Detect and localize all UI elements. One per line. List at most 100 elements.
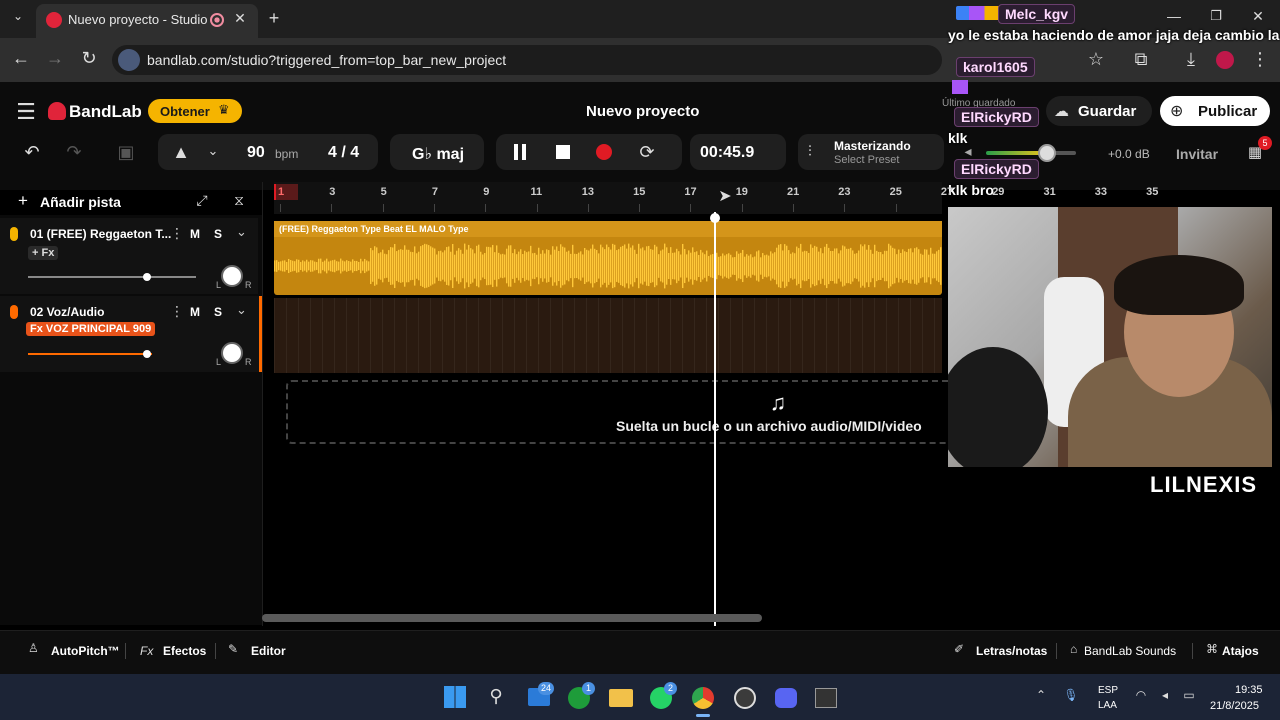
solo-button[interactable]: S xyxy=(214,305,222,319)
waveform-sample xyxy=(290,260,292,272)
language-code[interactable]: ESP xyxy=(1098,685,1118,696)
chrome-icon[interactable] xyxy=(692,687,714,709)
time-signature[interactable]: 4 / 4 xyxy=(328,144,359,162)
waveform-sample xyxy=(624,244,626,288)
file-explorer-icon[interactable] xyxy=(609,689,633,707)
waveform-sample xyxy=(418,251,420,281)
track-header-2[interactable]: 02 Voz/Audio ⋮ M S ⌄ Fx VOZ PRINCIPAL 90… xyxy=(0,296,262,372)
waveform-sample xyxy=(874,244,876,288)
volume-icon[interactable]: ◂ xyxy=(1156,688,1174,706)
toolbar-divider xyxy=(125,643,126,659)
undo-icon[interactable]: ↶ xyxy=(20,142,44,164)
lyrics-button[interactable]: ✐ Letras/notas xyxy=(954,641,1047,661)
waveform-sample xyxy=(730,254,732,278)
waveform-sample xyxy=(850,247,852,285)
stop-button[interactable] xyxy=(556,145,570,159)
browser-tab[interactable]: Nuevo proyecto - Studio ✕ xyxy=(36,4,258,38)
clock-time[interactable]: 19:35 xyxy=(1235,684,1263,696)
search-icon[interactable]: ⚲ xyxy=(484,686,508,710)
ruler-tick xyxy=(587,204,589,212)
wifi-icon[interactable]: ◠ xyxy=(1132,688,1150,706)
playhead[interactable] xyxy=(714,212,716,626)
volume-slider[interactable] xyxy=(28,276,196,278)
chevron-up-icon[interactable]: ⌃ xyxy=(1032,688,1050,706)
waveform-sample xyxy=(882,254,884,278)
editor-button[interactable]: ✎ Editor xyxy=(228,641,288,661)
track-lane-2[interactable] xyxy=(274,298,942,373)
mute-button[interactable]: M xyxy=(190,227,200,241)
pause-button[interactable] xyxy=(512,144,528,160)
back-icon[interactable]: ← xyxy=(10,48,32,70)
pan-knob[interactable] xyxy=(221,265,243,287)
key-selector[interactable]: G♭ maj xyxy=(390,134,484,170)
microphone-icon xyxy=(10,305,18,319)
track-settings-icon[interactable]: ⧖ xyxy=(228,192,250,212)
url-field[interactable]: bandlab.com/studio?triggered_from=top_ba… xyxy=(112,45,942,75)
loop-icon[interactable]: ⟳ xyxy=(636,142,658,164)
windows-start-icon[interactable] xyxy=(444,686,466,708)
ruler-tick xyxy=(331,204,333,212)
fx-preset-badge[interactable]: Fx VOZ PRINCIPAL 909 xyxy=(26,322,156,336)
waveform-sample xyxy=(828,247,830,285)
mute-button[interactable]: M xyxy=(190,305,200,319)
hamburger-menu-icon[interactable]: ☰ xyxy=(14,99,38,124)
forward-icon[interactable]: → xyxy=(44,48,66,70)
keyboard-layout[interactable]: LAA xyxy=(1098,700,1117,711)
loop-region-icon[interactable]: ▣ xyxy=(114,142,138,164)
site-info-icon[interactable] xyxy=(118,49,140,71)
automation-icon[interactable]: ⤢ xyxy=(192,192,212,212)
waveform-sample xyxy=(852,250,854,282)
reload-icon[interactable]: ↻ xyxy=(78,48,100,70)
record-button[interactable] xyxy=(596,144,612,160)
add-track-button[interactable]: + Añadir pista xyxy=(14,190,124,214)
recording-indicator-icon xyxy=(210,13,224,27)
bandlab-sounds-button[interactable]: ⌂ BandLab Sounds xyxy=(1070,641,1176,661)
chevron-down-icon[interactable]: ⌄ xyxy=(236,302,247,318)
app-icon[interactable] xyxy=(815,688,837,708)
metronome-icon[interactable]: ▲ xyxy=(170,142,192,164)
track-header-1[interactable]: 01 (FREE) Reggaeton T... ⋮ M S ⌄ + Fx L … xyxy=(0,218,258,294)
autopitch-button[interactable]: ♙ AutoPitch™ xyxy=(28,641,120,661)
close-tab-icon[interactable]: ✕ xyxy=(232,10,248,28)
mastering-title: Masterizando xyxy=(834,139,911,153)
waveform-sample xyxy=(298,259,300,273)
effects-button[interactable]: Fx Efectos xyxy=(138,641,208,661)
project-title[interactable]: Nuevo proyecto xyxy=(586,103,699,120)
mastering-button[interactable]: ⫶ Masterizando Select Preset xyxy=(798,134,944,170)
redo-icon[interactable]: ↷ xyxy=(62,142,86,164)
volume-handle[interactable] xyxy=(143,273,151,281)
waveform-sample xyxy=(360,258,362,274)
bpm-value[interactable]: 90 xyxy=(247,144,265,162)
battery-icon[interactable]: ▭ xyxy=(1180,688,1198,706)
obs-icon[interactable] xyxy=(734,687,756,709)
waveform-sample xyxy=(484,253,486,279)
waveform-sample xyxy=(324,260,326,272)
waveform-sample xyxy=(282,260,284,272)
chevron-down-icon[interactable]: ⌄ xyxy=(236,224,247,240)
drop-zone[interactable] xyxy=(286,380,956,444)
track-menu-icon[interactable]: ⋮ xyxy=(170,303,184,320)
horizontal-scrollbar[interactable] xyxy=(262,614,762,622)
autopitch-icon: ♙ xyxy=(28,641,39,655)
waveform-sample xyxy=(742,249,744,283)
solo-button[interactable]: S xyxy=(214,227,222,241)
bpm-unit: bpm xyxy=(275,147,299,161)
shortcuts-button[interactable]: ⌘ Atajos xyxy=(1206,641,1266,661)
new-tab-icon[interactable]: + xyxy=(264,8,284,30)
waveform-sample xyxy=(884,250,886,282)
chevron-down-icon[interactable]: ⌄ xyxy=(204,143,222,163)
get-membership-button[interactable]: Obtener ♛ xyxy=(148,99,242,123)
microphone-tray-icon[interactable]: 🎙 xyxy=(1062,688,1080,706)
tab-search-icon[interactable]: ⌄ xyxy=(8,9,28,29)
add-fx-button[interactable]: + Fx xyxy=(28,246,59,260)
track-menu-icon[interactable]: ⋮ xyxy=(170,225,184,242)
waveform-sample xyxy=(426,244,428,288)
waveform-sample xyxy=(636,253,638,279)
waveform-sample xyxy=(434,248,436,284)
volume-handle[interactable] xyxy=(143,350,151,358)
volume-slider[interactable] xyxy=(28,353,152,355)
clock-date[interactable]: 21/8/2025 xyxy=(1210,700,1259,712)
pan-knob[interactable] xyxy=(221,342,243,364)
waveform-sample xyxy=(670,247,672,285)
discord-icon[interactable] xyxy=(775,688,797,708)
